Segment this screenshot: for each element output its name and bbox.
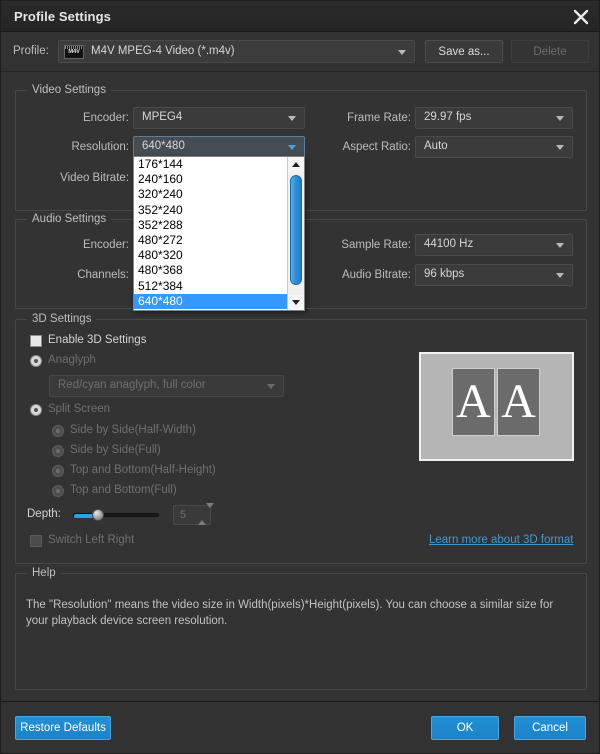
split-option-label-3: Top and Bottom(Full) (70, 484, 177, 496)
scrollbar-thumb[interactable] (290, 175, 302, 285)
split-screen-label: Split Screen (48, 403, 111, 415)
anaglyph-label: Anaglyph (48, 354, 96, 366)
profile-settings-dialog: Profile Settings Profile: M4V M4V MPEG-4… (0, 0, 600, 754)
chevron-down-icon (288, 116, 296, 121)
split-option-radio-2 (52, 465, 64, 477)
three-d-settings-title: 3D Settings (27, 313, 97, 325)
video-settings-title: Video Settings (27, 84, 111, 96)
encoder-label: Encoder: (82, 112, 129, 124)
delete-button: Delete (511, 40, 589, 63)
profile-selected-value: M4V MPEG-4 Video (*.m4v) (91, 45, 235, 57)
audio-bitrate-value: 96 kbps (424, 268, 465, 280)
enable-3d-checkbox[interactable] (30, 335, 42, 347)
stepper-arrows-icon[interactable] (198, 503, 214, 525)
cancel-button[interactable]: Cancel (514, 716, 586, 740)
resolution-option[interactable]: 480*320 (134, 248, 287, 263)
enable-3d-label: Enable 3D Settings (48, 334, 147, 346)
depth-slider-fill (74, 514, 94, 518)
preview-pane-right: A (497, 368, 540, 436)
profile-bar: Profile: M4V M4V MPEG-4 Video (*.m4v) Sa… (1, 32, 599, 72)
sample-rate-label: Sample Rate: (341, 239, 411, 251)
chevron-down-icon (556, 273, 564, 278)
dropdown-scrollbar[interactable] (287, 157, 304, 310)
depth-slider-knob[interactable] (92, 509, 104, 521)
aspect-ratio-select[interactable]: Auto (415, 136, 573, 158)
anaglyph-mode-value: Red/cyan anaglyph, full color (58, 379, 206, 391)
close-icon[interactable] (569, 5, 593, 29)
resolution-option[interactable]: 352*240 (134, 203, 287, 218)
depth-value: 5 (180, 509, 187, 521)
frame-rate-select[interactable]: 29.97 fps (415, 107, 573, 129)
split-option-label-2: Top and Bottom(Half-Height) (70, 464, 216, 476)
resolution-option[interactable]: 176*144 (134, 157, 287, 172)
audio-bitrate-label: Audio Bitrate: (341, 269, 411, 281)
resolution-option[interactable]: 704*576 (134, 309, 287, 310)
channels-label: Channels: (77, 269, 129, 281)
switch-left-right-label: Switch Left Right (48, 534, 135, 546)
save-as-button[interactable]: Save as... (425, 40, 503, 63)
profile-label: Profile: (13, 45, 49, 57)
scroll-down-icon[interactable] (288, 295, 304, 310)
split-option-label-1: Side by Side(Full) (70, 444, 161, 456)
anaglyph-radio (30, 355, 42, 367)
video-encoder-value: MPEG4 (142, 111, 183, 123)
switch-left-right-checkbox (30, 535, 42, 547)
split-option-radio-1 (52, 445, 64, 457)
chevron-down-icon (288, 145, 296, 150)
resolution-option[interactable]: 352*288 (134, 218, 287, 233)
resolution-option[interactable]: 480*368 (134, 263, 287, 278)
split-option-radio-3 (52, 485, 64, 497)
frame-rate-value: 29.97 fps (424, 111, 472, 123)
learn-more-3d-link[interactable]: Learn more about 3D format (429, 534, 573, 546)
help-title: Help (27, 567, 61, 579)
preview-pane-left: A (452, 368, 495, 436)
aspect-ratio-value: Auto (424, 140, 448, 152)
depth-label: Depth: (27, 508, 61, 520)
resolution-dropdown-list[interactable]: 176*144 240*160 320*240 352*240 352*288 480*2… (133, 156, 305, 311)
depth-stepper[interactable]: 5 (173, 503, 214, 525)
profile-select[interactable]: M4V M4V MPEG-4 Video (*.m4v) (58, 40, 415, 63)
three-d-preview: A A (419, 352, 574, 461)
resolution-option[interactable]: 240*160 (134, 172, 287, 187)
page-title: Profile Settings (14, 9, 111, 24)
audio-bitrate-select[interactable]: 96 kbps (415, 264, 573, 286)
resolution-option[interactable]: 512*384 (134, 279, 287, 294)
video-bitrate-label: Video Bitrate: (60, 172, 129, 184)
video-encoder-select[interactable]: MPEG4 (133, 107, 305, 129)
sample-rate-select[interactable]: 44100 Hz (415, 234, 573, 256)
resolution-option[interactable]: 320*240 (134, 187, 287, 202)
resolution-option-list[interactable]: 176*144 240*160 320*240 352*240 352*288 480*2… (134, 157, 287, 310)
title-bar: Profile Settings (1, 1, 599, 32)
m4v-format-icon: M4V (64, 45, 84, 59)
audio-settings-title: Audio Settings (27, 213, 112, 225)
split-option-label-0: Side by Side(Half-Width) (70, 424, 196, 436)
chevron-down-icon (267, 384, 275, 389)
chevron-down-icon (556, 116, 564, 121)
resolution-option[interactable]: 480*272 (134, 233, 287, 248)
m4v-icon-text: M4V (68, 49, 80, 55)
aspect-ratio-label: Aspect Ratio: (342, 141, 411, 153)
scroll-up-icon[interactable] (288, 157, 304, 172)
resolution-option[interactable]: 640*480 (134, 293, 287, 309)
chevron-down-icon (556, 145, 564, 150)
dialog-footer: Restore Defaults OK Cancel (1, 701, 599, 753)
frame-rate-label: Frame Rate: (347, 112, 411, 124)
ok-button[interactable]: OK (431, 716, 499, 740)
restore-defaults-button[interactable]: Restore Defaults (15, 716, 111, 740)
split-option-radio-0 (52, 425, 64, 437)
help-group: Help (15, 567, 587, 690)
split-screen-radio (30, 404, 42, 416)
resolution-value: 640*480 (142, 140, 185, 152)
anaglyph-mode-select: Red/cyan anaglyph, full color (49, 375, 284, 397)
chevron-down-icon (398, 49, 406, 55)
resolution-select[interactable]: 640*480 (133, 136, 305, 158)
resolution-label: Resolution: (71, 141, 129, 153)
help-text: The "Resolution" means the video size in… (26, 599, 554, 627)
chevron-down-icon (556, 243, 564, 248)
audio-encoder-label: Encoder: (82, 239, 129, 251)
sample-rate-value: 44100 Hz (424, 238, 474, 250)
